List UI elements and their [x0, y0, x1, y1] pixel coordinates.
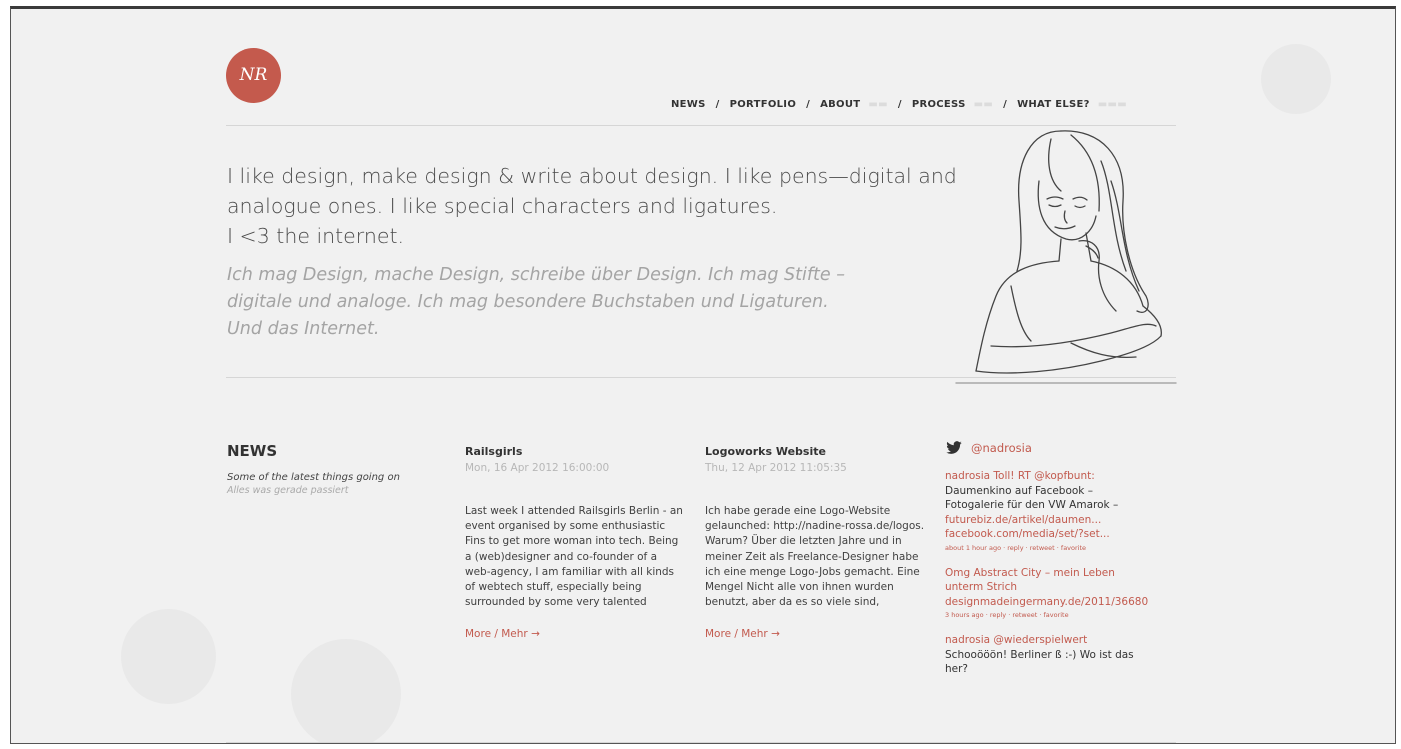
intro-german-line: Ich mag Design, mache Design, schreibe ü… [227, 265, 845, 285]
twitter-handle[interactable]: @nadrosia [971, 441, 1032, 455]
twitter-header[interactable]: @nadrosia [945, 441, 1170, 455]
logo[interactable]: NR [226, 48, 281, 103]
tweet-line[interactable]: unterm Strich [945, 580, 1170, 595]
background-ghost-circle [1261, 44, 1331, 114]
nav-news[interactable]: NEWS [671, 99, 706, 110]
post-date: Thu, 12 Apr 2012 11:05:35 [705, 462, 847, 474]
nav-about[interactable]: ABOUT [820, 99, 860, 110]
news-section-header: NEWS Some of the latest things going on … [227, 442, 400, 496]
main-nav: NEWS / PORTFOLIO / ABOUT ▬▬ / PROCESS ▬▬ / WHAT EL… [671, 99, 1127, 110]
browser-frame: NR NEWS / PORTFOLIO / ABOUT ▬▬ / PROCESS ▬▬ / WHAT… [10, 6, 1396, 744]
background-ghost-circle [291, 639, 401, 743]
tweet-link[interactable]: designmadeingermany.de/2011/36680 [945, 595, 1170, 610]
tweet-list: nadrosia Toll! RT @kopfbunt: Daumenkino … [945, 455, 1170, 687]
post-date: Mon, 16 Apr 2012 16:00:00 [465, 462, 610, 474]
tweet-line: her? [945, 663, 969, 675]
tweet-line: Schooööön! Berliner ß :-) Wo ist das [945, 648, 1134, 661]
footer-divider [226, 742, 1176, 743]
nav-separator: / [806, 99, 811, 110]
tweet-line[interactable]: Omg Abstract City – mein Leben [945, 566, 1170, 581]
nav-process[interactable]: PROCESS [912, 99, 966, 110]
intro-english-line: I <3 the internet. [227, 224, 405, 248]
news-heading: NEWS [227, 442, 278, 460]
tweet-meta[interactable]: 3 hours ago · reply · retweet · favorite [945, 611, 1170, 619]
intro-german-line: Und das Internet. [227, 319, 380, 339]
nav-separator: / [715, 99, 720, 110]
intro-english: I like design, make design & write about… [227, 161, 987, 251]
intro-english-line: I like design, make design & write about… [227, 164, 957, 188]
twitter-bird-icon [946, 441, 962, 454]
tweet: Omg Abstract City – mein Leben unterm St… [945, 566, 1170, 620]
post-excerpt: Ich habe gerade eine Logo-Website gelaun… [705, 505, 925, 609]
post-title[interactable]: Logoworks Website [705, 445, 925, 458]
nav-faint-ghost: ▬▬▬ [1097, 99, 1128, 110]
post-title[interactable]: Railsgirls [465, 445, 685, 458]
nav-faint-ghost: ▬▬ [868, 99, 888, 110]
tweet-line[interactable]: nadrosia @wiederspielwert [945, 633, 1170, 648]
news-post: Railsgirls Mon, 16 Apr 2012 16:00:00 Las… [465, 445, 685, 640]
nav-separator: / [897, 99, 902, 110]
tweet-line[interactable]: nadrosia Toll! RT @kopfbunt: [945, 469, 1170, 484]
news-subtitle-de: Alles was gerade passiert [227, 485, 349, 496]
twitter-feed: @nadrosia nadrosia Toll! RT @kopfbunt: D… [945, 441, 1170, 687]
tweet-line: Fotogalerie für den VW Amarok – [945, 499, 1119, 511]
nav-separator: / [1003, 99, 1008, 110]
nav-faint-ghost: ▬▬ [973, 99, 994, 110]
tweet: nadrosia @wiederspielwert Schooööön! Ber… [945, 633, 1170, 677]
intro-german: Ich mag Design, mache Design, schreibe ü… [227, 262, 947, 343]
background-ghost-circle [121, 609, 216, 704]
intro-german-line: digitale und analoge. Ich mag besondere … [227, 292, 829, 312]
post-more-link[interactable]: More / Mehr → [465, 628, 685, 640]
intro-english-line: analogue ones. I like special characters… [227, 194, 778, 218]
news-post: Logoworks Website Thu, 12 Apr 2012 11:05… [705, 445, 925, 640]
tweet-line: Daumenkino auf Facebook – [945, 484, 1093, 497]
tweet-link[interactable]: futurebiz.de/artikel/daumen... [945, 513, 1170, 528]
nav-portfolio[interactable]: PORTFOLIO [730, 99, 797, 110]
portrait-illustration [955, 130, 1177, 384]
post-more-link[interactable]: More / Mehr → [705, 628, 925, 640]
nav-what-else[interactable]: WHAT ELSE? [1017, 99, 1090, 110]
post-excerpt: Last week I attended Railsgirls Berlin -… [465, 505, 683, 609]
tweet-link[interactable]: facebook.com/media/set/?set... [945, 527, 1170, 542]
intro-divider [226, 377, 1176, 378]
tweet-meta[interactable]: about 1 hour ago · reply · retweet · fav… [945, 544, 1170, 552]
tweet: nadrosia Toll! RT @kopfbunt: Daumenkino … [945, 469, 1170, 552]
news-subtitle-en: Some of the latest things going on [227, 472, 400, 483]
